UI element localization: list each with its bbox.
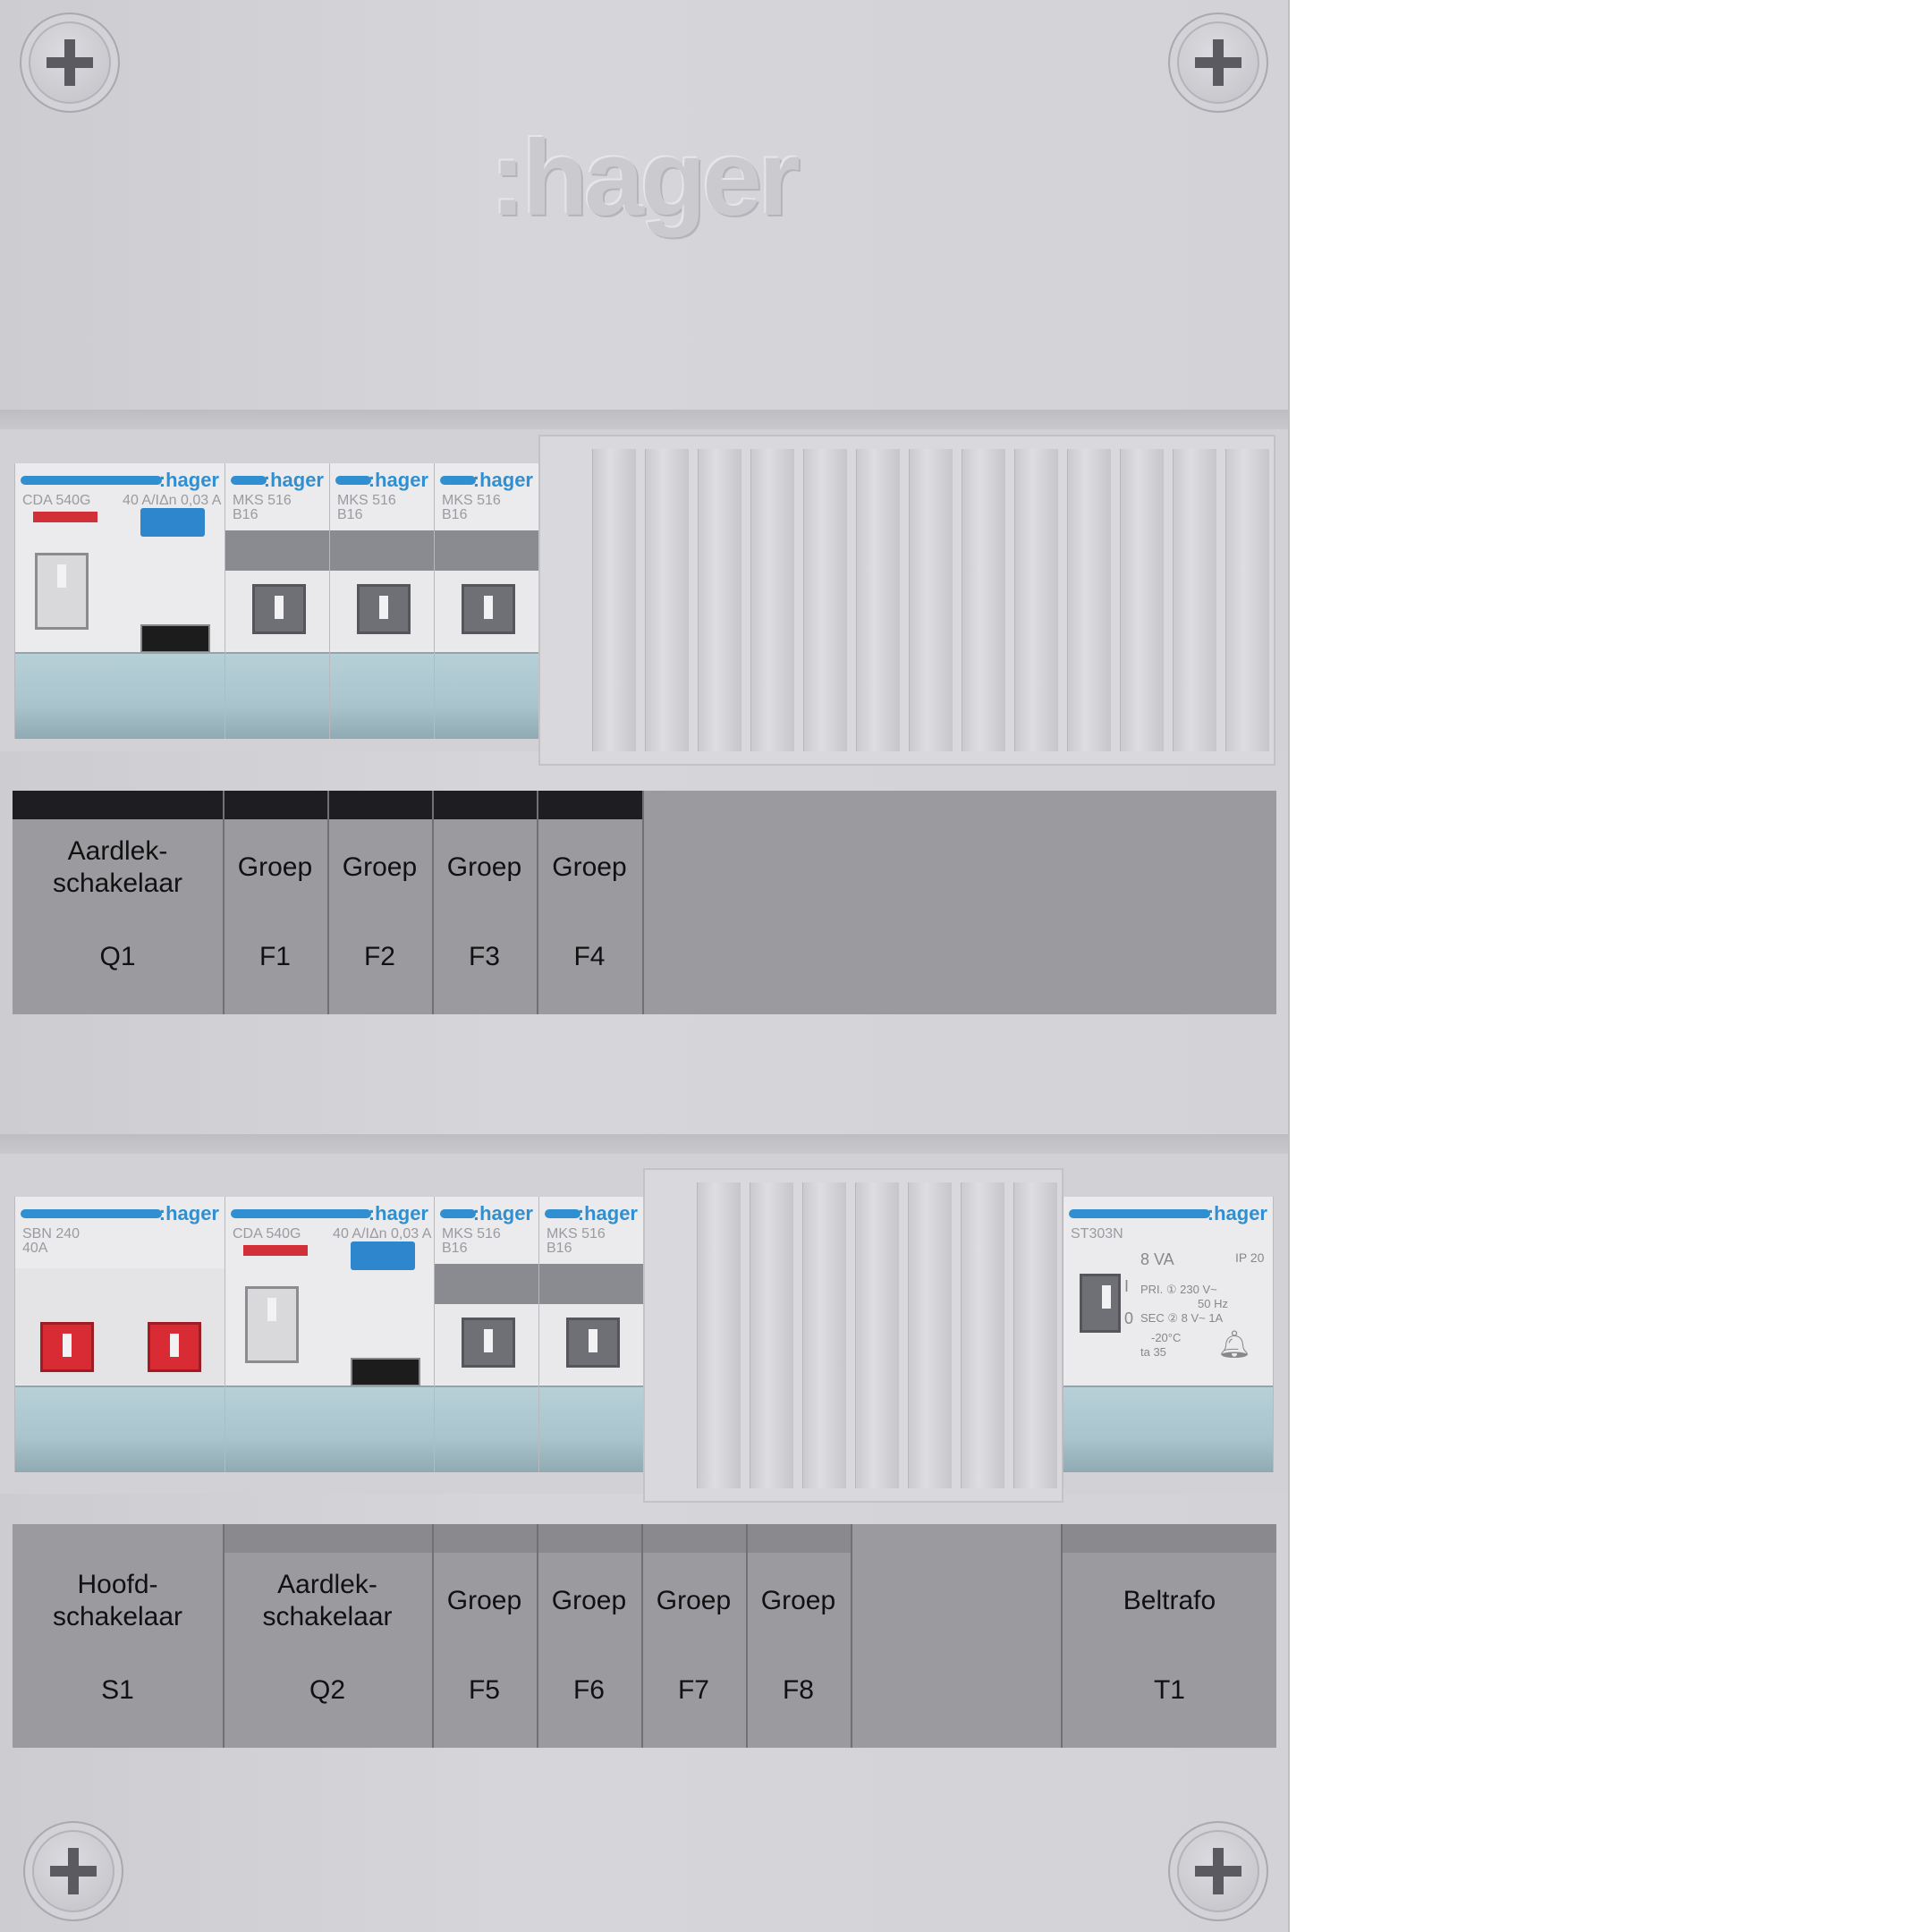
main-switch-s1[interactable]: :hager SBN 240 40A [14, 1197, 225, 1472]
label-strip-row2: Hoofd- schakelaar S1 Aardlek- schakelaar… [13, 1524, 1276, 1748]
screw-bottom-left-icon [23, 1821, 123, 1921]
label-f5: Groep F5 [432, 1524, 538, 1748]
hager-logo: :hager [490, 118, 801, 238]
label-f7: Groep F7 [641, 1524, 748, 1748]
terminal-cover [330, 652, 434, 739]
screw-bottom-right-icon [1168, 1821, 1268, 1921]
bell-icon: 🔔︎ [1217, 1330, 1252, 1360]
label-s1: Hoofd- schakelaar S1 [13, 1524, 225, 1748]
switch-lever-1[interactable] [40, 1322, 94, 1372]
switch-lever-2[interactable] [148, 1322, 201, 1372]
label-f8: Groep F8 [746, 1524, 852, 1748]
rcd-lever[interactable] [35, 553, 89, 630]
breaker-module-f1[interactable]: :hager MKS 516 B16 [225, 463, 330, 739]
label-strip-row1: Aardlek- schakelaar Q1 Groep F1 Groep F2… [13, 791, 1276, 1014]
breaker-module-f6[interactable]: :hager MKS 516 B16 [538, 1197, 644, 1472]
rcd-lever[interactable] [245, 1286, 299, 1363]
indicator-window [351, 1358, 420, 1386]
terminal-cover [1063, 1385, 1273, 1472]
breaker-module-f2[interactable]: :hager MKS 516 B16 [329, 463, 435, 739]
distribution-board: :hager :hager CDA 540G 40 A/IΔn 0,03 A :… [0, 0, 1290, 1932]
label-f4: Groep F4 [537, 791, 644, 1014]
bell-transformer-t1[interactable]: :hager ST303N I 0 8 VA IP 20 PRI. ① 230 … [1063, 1197, 1274, 1472]
terminal-cover [15, 652, 225, 739]
label-t1: Beltrafo T1 [1123, 1586, 1216, 1705]
terminal-cover [435, 652, 538, 739]
label-f6: Groep F6 [537, 1524, 643, 1748]
breaker-lever-f2[interactable] [357, 584, 411, 634]
cover-seam-top [0, 410, 1288, 429]
test-button[interactable] [351, 1241, 415, 1270]
cover-seam-middle [0, 1134, 1288, 1154]
label-f3: Groep F3 [432, 791, 538, 1014]
breaker-module-f5[interactable]: :hager MKS 516 B16 [434, 1197, 539, 1472]
breaker-lever-f5[interactable] [462, 1318, 515, 1368]
terminal-cover [225, 1385, 434, 1472]
screw-top-right-icon [1168, 13, 1268, 113]
breaker-lever-f1[interactable] [252, 584, 306, 634]
terminal-cover [225, 652, 329, 739]
breaker-lever-f3[interactable] [462, 584, 515, 634]
transformer-switch[interactable] [1080, 1274, 1121, 1333]
breaker-lever-f6[interactable] [566, 1318, 620, 1368]
trip-indicator [33, 512, 97, 522]
terminal-cover [435, 1385, 538, 1472]
terminal-cover [539, 1385, 643, 1472]
blanking-plate-row2 [643, 1168, 1063, 1503]
terminal-cover [15, 1385, 225, 1472]
trip-indicator [243, 1245, 308, 1256]
label-q2: Aardlek- schakelaar Q2 [223, 1524, 434, 1748]
screw-top-left-icon [20, 13, 120, 113]
blanking-plate-row1 [538, 435, 1275, 766]
rcd-module-q2[interactable]: :hager CDA 540G 40 A/IΔn 0,03 A [225, 1197, 435, 1472]
test-button[interactable] [140, 508, 205, 537]
rcd-module-q1[interactable]: :hager CDA 540G 40 A/IΔn 0,03 A [14, 463, 225, 739]
label-f2: Groep F2 [327, 791, 434, 1014]
label-empty [851, 1524, 1063, 1748]
label-f1: Groep F1 [223, 791, 329, 1014]
breaker-module-f3[interactable]: :hager MKS 516 B16 [434, 463, 539, 739]
label-q1: Aardlek- schakelaar Q1 [13, 791, 225, 1014]
indicator-window [140, 624, 210, 653]
